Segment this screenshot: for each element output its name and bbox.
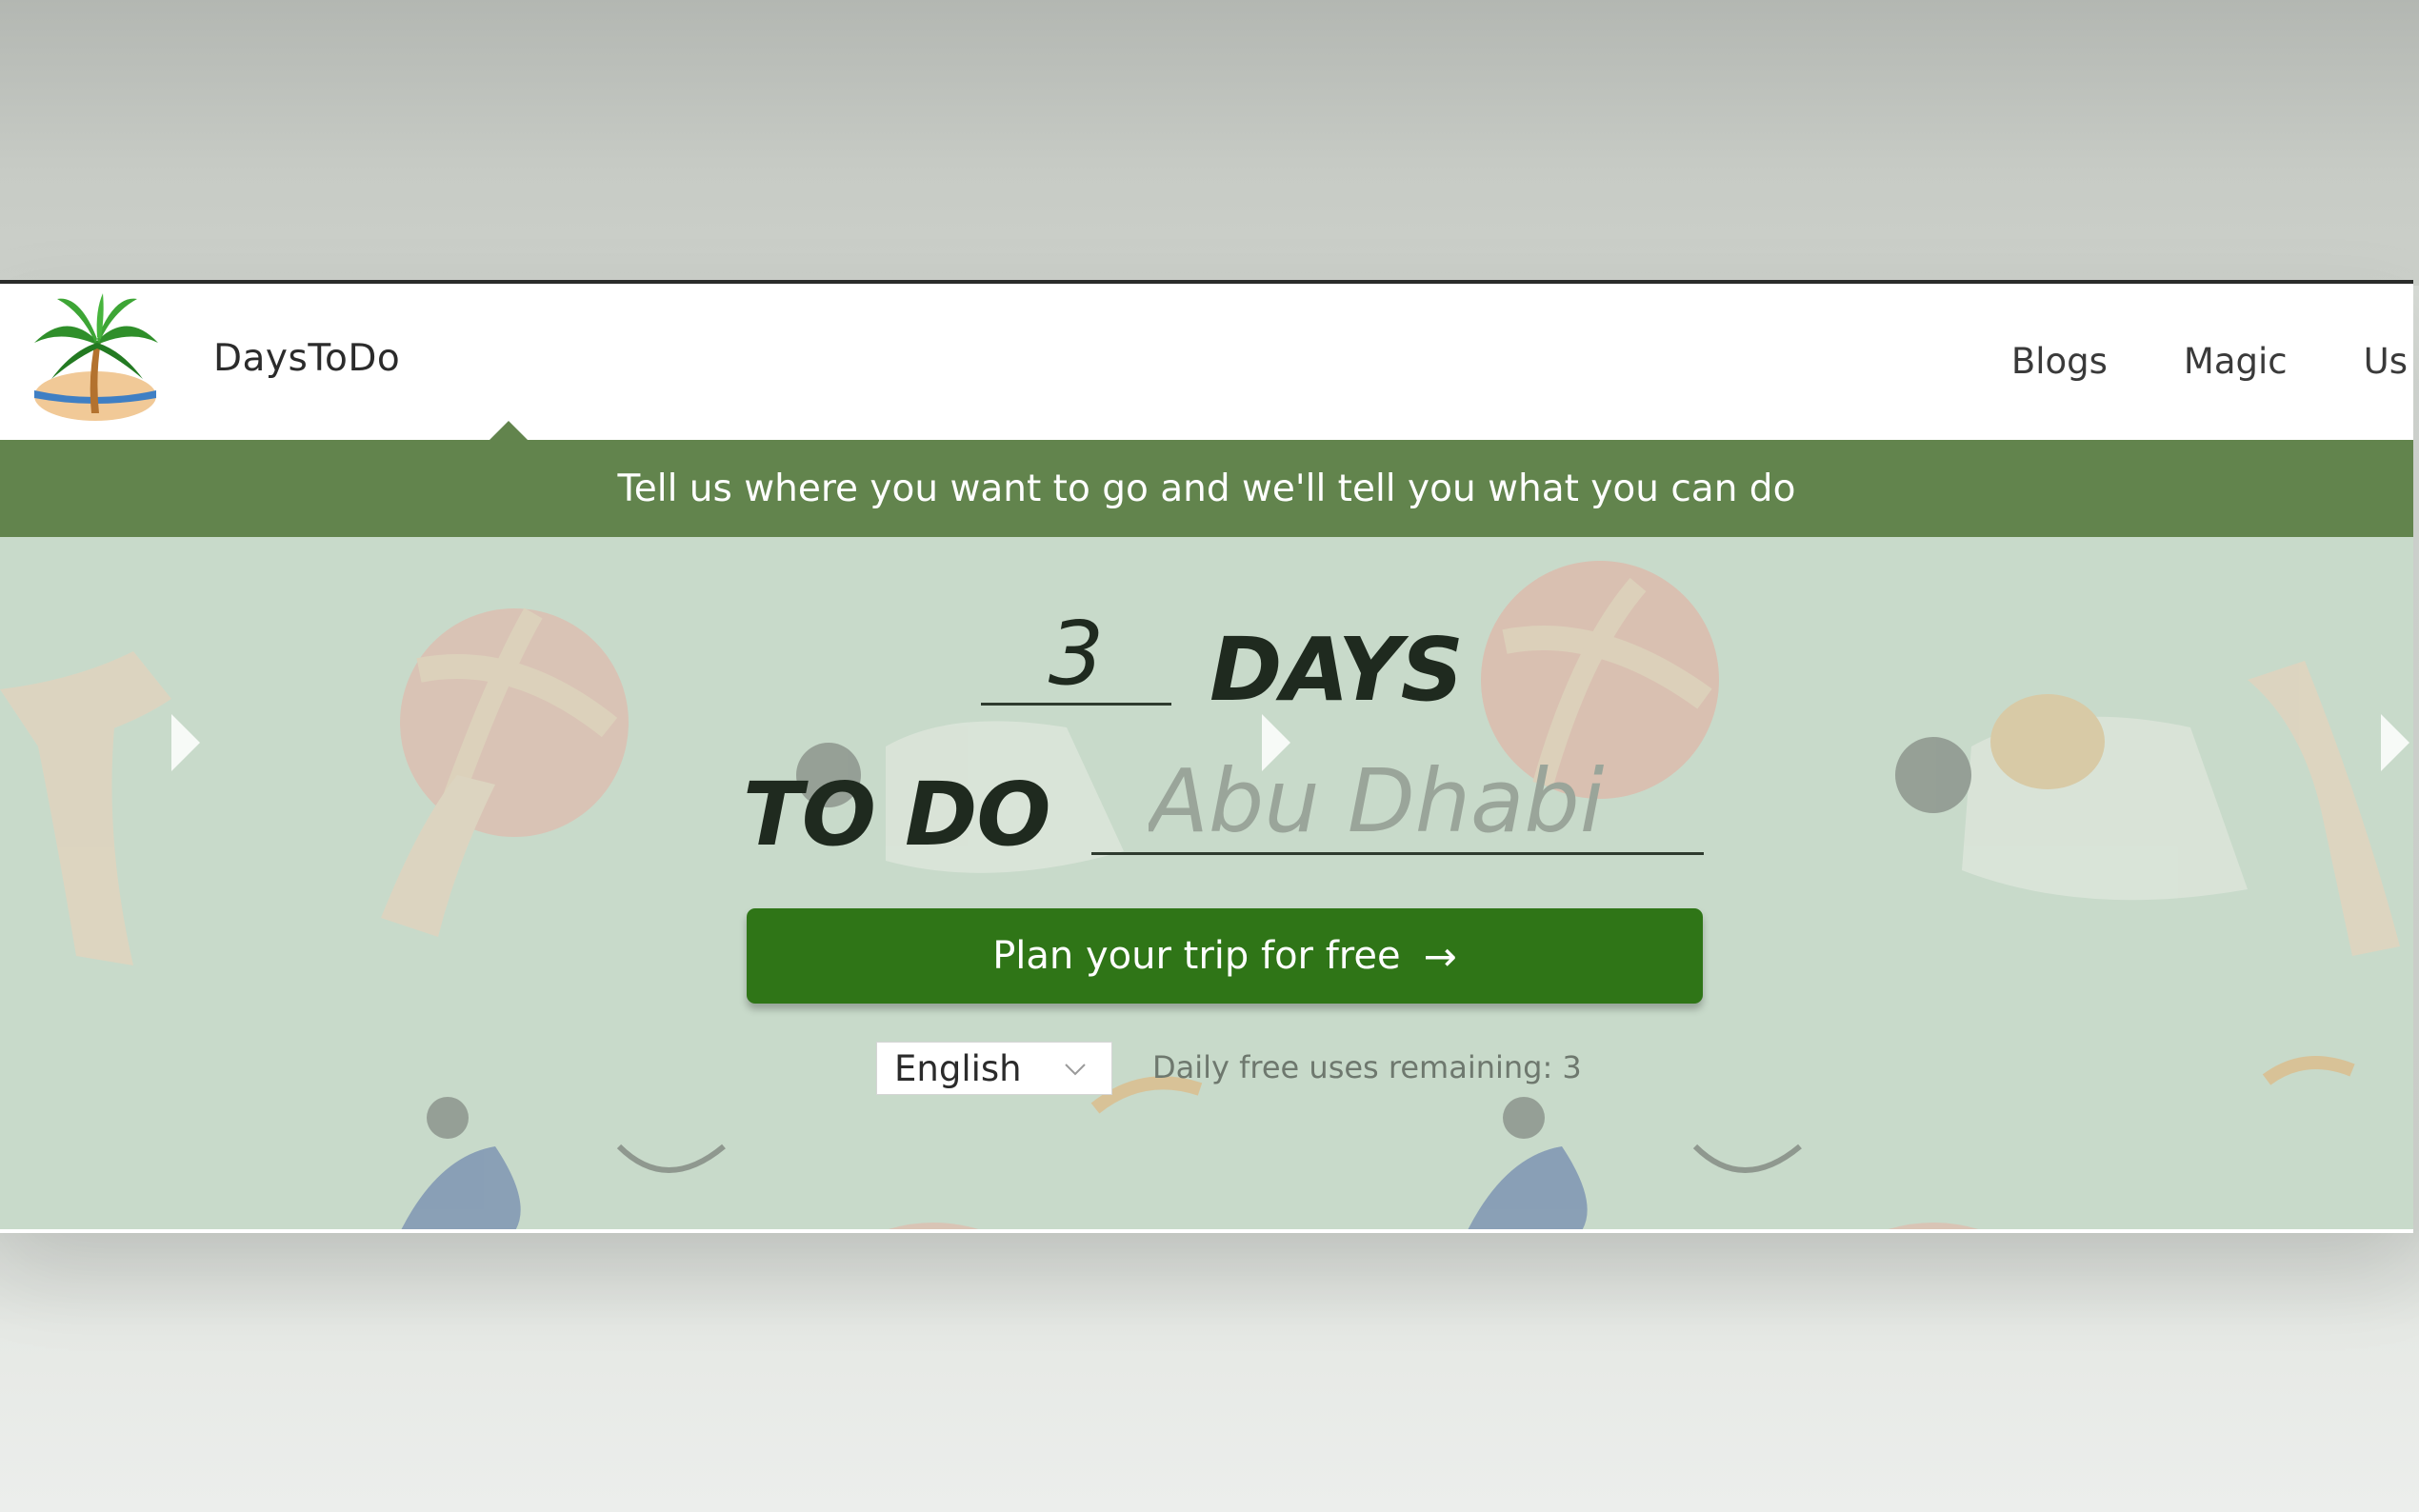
- language-selected-value: English: [894, 1047, 1022, 1089]
- plan-trip-button[interactable]: Plan your trip for free →: [747, 908, 1703, 1004]
- hero-section: 3 DAYS TO DO Plan your trip for free → E…: [0, 537, 2413, 1229]
- plan-trip-button-label: Plan your trip for free: [992, 934, 1401, 978]
- tagline-banner: Tell us where you want to go and we'll t…: [0, 440, 2413, 537]
- main-nav: Blogs Magic Us: [2011, 341, 2413, 382]
- todo-label: TO DO: [743, 764, 1051, 865]
- free-uses-remaining: Daily free uses remaining: 3: [1152, 1049, 1582, 1085]
- palm-tree-beach-icon[interactable]: [29, 291, 162, 425]
- slider-next-icon[interactable]: [2381, 714, 2409, 771]
- banner-pointer: [490, 421, 528, 440]
- destination-input[interactable]: [1091, 750, 1704, 855]
- language-select[interactable]: English: [876, 1042, 1112, 1095]
- hero-overlay: [0, 537, 2413, 1229]
- nav-link-us[interactable]: Us: [2364, 341, 2408, 382]
- days-label: DAYS: [1210, 619, 1464, 721]
- chevron-down-icon: [1065, 1064, 1086, 1076]
- site-header: DaysToDo Blogs Magic Us: [0, 284, 2413, 440]
- brand-name[interactable]: DaysToDo: [213, 337, 400, 380]
- nav-link-blogs[interactable]: Blogs: [2011, 341, 2108, 382]
- window-backdrop: [0, 0, 2419, 286]
- days-input[interactable]: 3: [981, 609, 1171, 706]
- web-page: DaysToDo Blogs Magic Us Tell us where yo…: [0, 280, 2413, 1233]
- arrow-right-icon: →: [1423, 932, 1457, 980]
- slider-next-icon[interactable]: [171, 714, 200, 771]
- nav-link-magic[interactable]: Magic: [2184, 341, 2288, 382]
